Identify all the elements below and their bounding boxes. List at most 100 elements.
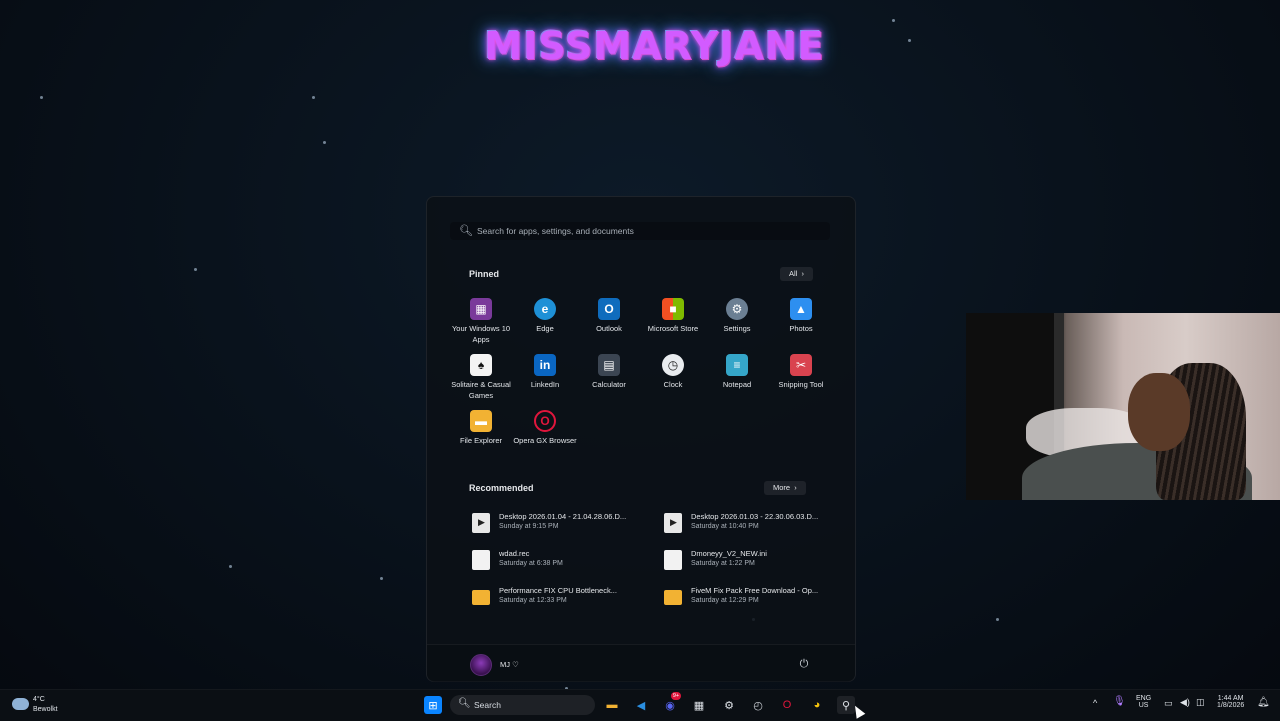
- pinned-app-photos[interactable]: ▲ Photos: [769, 298, 833, 335]
- folder-icon: [664, 590, 682, 605]
- monitor-icon[interactable]: ▭: [1164, 698, 1173, 709]
- pinned-app-solitaire[interactable]: ♠ Solitaire & Casual Games: [449, 354, 513, 401]
- pinned-app-windows-10-apps[interactable]: ▦ Your Windows 10 Apps: [449, 298, 513, 345]
- photos-icon: ▲: [790, 298, 812, 320]
- pinned-app-edge[interactable]: e Edge: [513, 298, 577, 335]
- more-button[interactable]: More ›: [764, 481, 806, 495]
- recommended-item-time: Saturday at 6:38 PM: [499, 560, 563, 567]
- pinned-app-notepad[interactable]: ≡ Notepad: [705, 354, 769, 391]
- windows-apps-icon: ▦: [470, 298, 492, 320]
- gear-icon: ⚙: [726, 298, 748, 320]
- calculator-icon: ▤: [598, 354, 620, 376]
- gear-icon[interactable]: ⚙: [720, 696, 738, 714]
- clock-app-icon[interactable]: ◴: [749, 696, 767, 714]
- pinned-app-calculator[interactable]: ▤ Calculator: [577, 354, 641, 391]
- opera-gx-icon[interactable]: O: [778, 696, 796, 714]
- pinned-app-snipping-tool[interactable]: ✂ Snipping Tool: [769, 354, 833, 391]
- pinned-app-linkedin[interactable]: in LinkedIn: [513, 354, 577, 391]
- video-file-icon: ▶: [472, 513, 490, 533]
- windows-start-icon[interactable]: ⊞: [424, 696, 442, 714]
- recommended-item[interactable]: Dmoneyy_V2_NEW.ini Saturday at 1:22 PM: [661, 547, 841, 575]
- star: [380, 577, 383, 580]
- avatar[interactable]: [470, 654, 492, 676]
- system-clock[interactable]: 1:44 AM 1/8/2026: [1217, 695, 1244, 709]
- recommended-item-name: Desktop 2026.01.04 - 21.04.28.06.D...: [499, 512, 627, 521]
- star: [323, 141, 326, 144]
- file-icon: [472, 550, 490, 570]
- language-indicator[interactable]: ENG US: [1136, 695, 1151, 709]
- taskbar-search[interactable]: 🔍︎ Search: [450, 695, 595, 715]
- recommended-item-name: Desktop 2026.01.03 - 22.30.06.03.D...: [691, 512, 819, 521]
- chrome-icon[interactable]: ◕: [808, 696, 826, 714]
- pinned-app-label: Settings: [723, 324, 751, 333]
- notification-badge: 9+: [671, 692, 681, 700]
- pinned-app-label: Photos: [789, 324, 813, 333]
- recommended-item[interactable]: Performance FIX CPU Bottleneck... Saturd…: [469, 584, 649, 612]
- chevron-right-icon: ›: [799, 269, 805, 278]
- recommended-item[interactable]: ▶ Desktop 2026.01.03 - 22.30.06.03.D... …: [661, 510, 841, 538]
- star: [194, 268, 197, 271]
- pinned-app-label: Microsoft Store: [647, 324, 699, 333]
- weather-widget[interactable]: 4°C Bewolkt: [12, 695, 92, 717]
- search-icon: 🔍︎: [459, 225, 473, 237]
- pinned-app-label: Notepad: [722, 380, 752, 389]
- recommended-item[interactable]: ▶ Desktop 2026.01.04 - 21.04.28.06.D... …: [469, 510, 649, 538]
- notepad-icon: ≡: [726, 354, 748, 376]
- stream-title-logo: MISSMARYJANE: [484, 24, 825, 68]
- recommended-item[interactable]: wdad.rec Saturday at 6:38 PM: [469, 547, 649, 575]
- power-icon[interactable]: ⏻: [798, 658, 810, 670]
- pinned-app-opera-gx[interactable]: O Opera GX Browser: [513, 410, 577, 447]
- outlook-icon: O: [598, 298, 620, 320]
- vscode-icon[interactable]: ◀: [632, 696, 650, 714]
- store-icon: ■: [662, 298, 684, 320]
- taskbar: 4°C Bewolkt ⊞ 🔍︎ Search ▬ ◀ ◉ 9+ ▦ ⚙ ◴ O…: [0, 689, 1280, 721]
- pinned-app-label: LinkedIn: [530, 380, 560, 389]
- pinned-app-settings[interactable]: ⚙ Settings: [705, 298, 769, 335]
- all-apps-label: All: [789, 269, 798, 278]
- recommended-item[interactable]: FiveM Fix Pack Free Download - Op... Sat…: [661, 584, 841, 612]
- language-line1: ENG: [1136, 695, 1152, 702]
- pinned-app-label: Edge: [536, 324, 554, 333]
- recommended-item-time: Saturday at 10:40 PM: [691, 523, 759, 530]
- more-label: More: [773, 483, 791, 492]
- recommended-item-time: Saturday at 1:22 PM: [691, 560, 755, 567]
- folder-icon: ▬: [470, 410, 492, 432]
- file-icon: [664, 550, 682, 570]
- star: [908, 39, 911, 42]
- network-icon[interactable]: ◫: [1196, 697, 1205, 708]
- snipping-tool-icon: ✂: [790, 354, 812, 376]
- star: [312, 96, 315, 99]
- pinned-app-label: Opera GX Browser: [513, 436, 577, 445]
- pinned-app-outlook[interactable]: O Outlook: [577, 298, 641, 335]
- chevron-up-icon[interactable]: ^: [1093, 698, 1097, 708]
- cloud-icon: [12, 698, 29, 710]
- solitaire-icon: ♠: [470, 354, 492, 376]
- pinned-app-microsoft-store[interactable]: ■ Microsoft Store: [641, 298, 705, 335]
- start-search-input[interactable]: [477, 222, 817, 240]
- pinned-app-label: File Explorer: [459, 436, 503, 445]
- webcam-person-head: [1128, 373, 1190, 451]
- all-apps-button[interactable]: All ›: [780, 267, 814, 281]
- folder-icon: [472, 590, 490, 605]
- user-name[interactable]: MJ ♡: [500, 660, 519, 669]
- volume-icon[interactable]: ◀): [1180, 697, 1190, 708]
- clock-icon: ◷: [662, 354, 684, 376]
- notification-bell-icon[interactable]: 🔔︎: [1257, 697, 1270, 708]
- app-icon[interactable]: ▦: [690, 696, 708, 714]
- microphone-icon[interactable]: 🎙︎: [1113, 696, 1126, 707]
- webcam-overlay: [966, 313, 1280, 500]
- search-icon: 🔍︎: [458, 698, 471, 709]
- edge-icon: e: [534, 298, 556, 320]
- folder-icon[interactable]: ▬: [603, 696, 621, 714]
- star: [892, 19, 895, 22]
- pinned-app-clock[interactable]: ◷ Clock: [641, 354, 705, 391]
- opera-gx-icon: O: [534, 410, 556, 432]
- pinned-app-file-explorer[interactable]: ▬ File Explorer: [449, 410, 513, 447]
- pinned-app-label: Outlook: [596, 324, 622, 333]
- start-search-box[interactable]: 🔍︎: [450, 222, 830, 240]
- clock-date: 1/8/2026: [1217, 702, 1245, 709]
- star: [40, 96, 43, 99]
- recommended-item-time: Saturday at 12:29 PM: [691, 597, 759, 604]
- taskbar-search-label: Search: [474, 700, 501, 710]
- recommended-title: Recommended: [469, 483, 534, 493]
